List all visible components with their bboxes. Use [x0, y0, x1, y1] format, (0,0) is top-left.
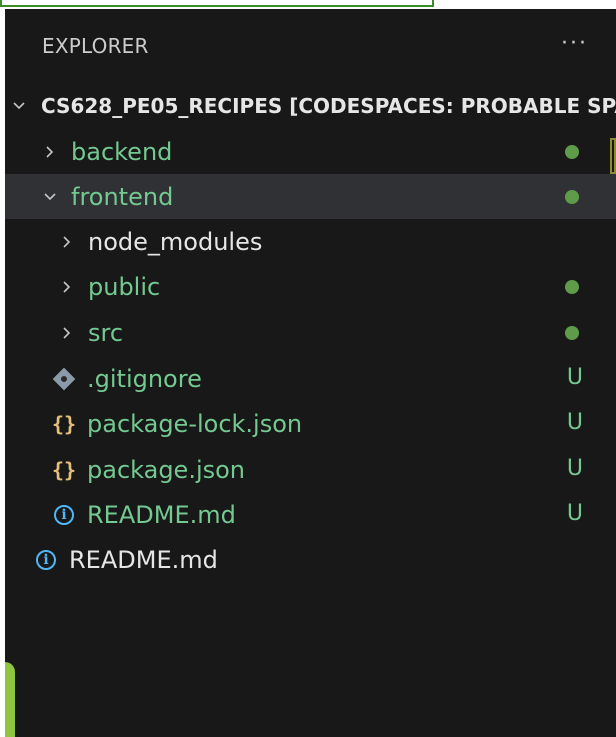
- info-icon: i: [51, 502, 77, 528]
- scrollbar-marker[interactable]: [610, 138, 616, 174]
- modified-indicator-dot: [565, 326, 579, 340]
- workspace-root-row[interactable]: CS628_PE05_RECIPES [CODESPACES: PROBABLE…: [5, 83, 616, 128]
- tree-item-label: .gitignore: [87, 364, 202, 393]
- tree-item-readme-root[interactable]: i README.md: [5, 537, 616, 582]
- explorer-pane: EXPLORER ··· CS628_PE05_RECIPES [CODESPA…: [5, 9, 616, 737]
- json-braces-icon: {}: [51, 411, 77, 436]
- top-input-field[interactable]: [0, 0, 434, 7]
- tree-item-label: src: [88, 318, 124, 347]
- tree-item-frontend[interactable]: frontend: [5, 174, 616, 219]
- tree-item-node-modules[interactable]: node_modules: [5, 219, 616, 264]
- chevron-right-icon: [58, 324, 76, 342]
- tree-item-label: node_modules: [88, 227, 263, 256]
- tree-item-readme-frontend[interactable]: i README.md U: [5, 492, 616, 537]
- modified-indicator-dot: [565, 190, 579, 204]
- modified-indicator-dot: [565, 145, 579, 159]
- tree-item-package-lock[interactable]: {} package-lock.json U: [5, 401, 616, 446]
- tree-item-src[interactable]: src: [5, 310, 616, 355]
- tree-item-label: package-lock.json: [87, 409, 303, 438]
- chevron-right-icon: [41, 143, 59, 161]
- tree-item-label: public: [88, 272, 161, 301]
- tree-item-label: README.md: [69, 545, 218, 574]
- tree-item-package-json[interactable]: {} package.json U: [5, 447, 616, 492]
- untracked-status: U: [566, 456, 583, 481]
- chevron-right-icon: [58, 233, 76, 251]
- tree-item-label: package.json: [87, 455, 246, 484]
- tree-item-label: frontend: [71, 182, 174, 211]
- more-actions-icon[interactable]: ···: [561, 31, 588, 56]
- json-braces-icon: {}: [51, 457, 77, 482]
- tree-item-public[interactable]: public: [5, 264, 616, 309]
- untracked-status: U: [566, 410, 583, 435]
- left-accent-decoration: [5, 662, 15, 737]
- chevron-down-icon: [11, 97, 27, 115]
- tree-item-backend[interactable]: backend: [5, 129, 616, 174]
- tree-item-gitignore[interactable]: .gitignore U: [5, 356, 616, 401]
- chevron-right-icon: [58, 278, 76, 296]
- untracked-status: U: [566, 365, 583, 390]
- info-icon: i: [33, 547, 59, 573]
- tree-item-label: backend: [71, 137, 173, 166]
- explorer-title: EXPLORER: [42, 34, 149, 58]
- untracked-status: U: [566, 501, 583, 526]
- git-icon: [51, 366, 77, 392]
- workspace-root-label: CS628_PE05_RECIPES [CODESPACES: PROBABLE…: [41, 93, 616, 118]
- modified-indicator-dot: [565, 280, 579, 294]
- chevron-down-icon: [41, 188, 59, 206]
- tree-item-label: README.md: [87, 500, 236, 529]
